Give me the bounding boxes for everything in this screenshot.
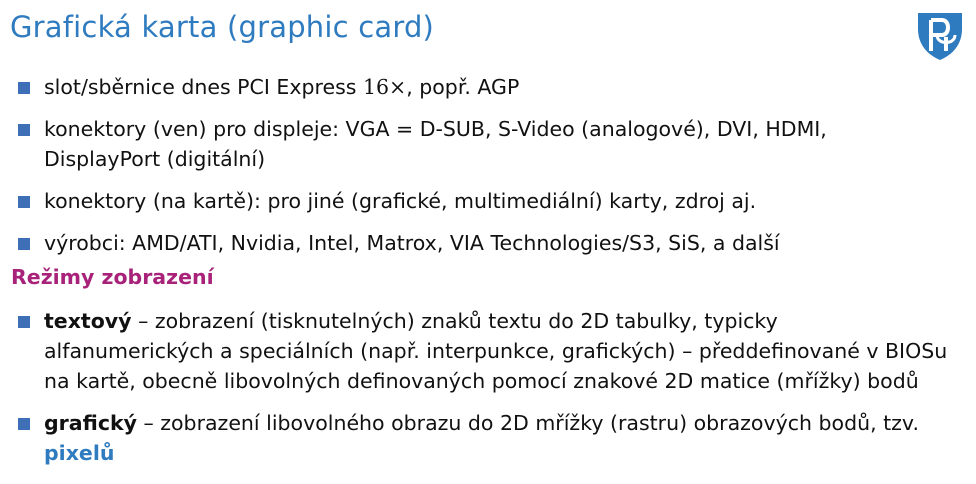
bullet-square-icon (18, 418, 30, 430)
modes-list: textový – zobrazení (tisknutelných) znak… (18, 306, 947, 480)
mode-term: grafický (44, 411, 137, 435)
bullet-square-icon (18, 82, 30, 94)
mode-text: – zobrazení (tisknutelných) znaků textu … (131, 309, 778, 333)
bullet-math: 16× (362, 75, 407, 99)
bullet-text: slot/sběrnice dnes PCI Express (44, 75, 363, 99)
mode-text: na kartě, obecně libovolných definovanýc… (44, 369, 919, 393)
bullet-text: DisplayPort (digitální) (44, 147, 266, 171)
bullet-text: konektory (na kartě): pro jiné (grafické… (44, 189, 757, 213)
slide-title: Grafická karta (graphic card) (10, 10, 435, 44)
bullet-text: , popř. AGP (406, 75, 520, 99)
mode-text: alfanumerických a speciálních (např. int… (44, 339, 948, 363)
bullet-text: výrobci: AMD/ATI, Nvidia, Intel, Matrox,… (44, 231, 780, 255)
list-item: slot/sběrnice dnes PCI Express 16×, popř… (18, 72, 827, 102)
list-item: konektory (ven) pro displeje: VGA = D-SU… (18, 114, 827, 174)
list-item: konektory (na kartě): pro jiné (grafické… (18, 186, 827, 216)
bullet-square-icon (18, 124, 30, 136)
list-item: výrobci: AMD/ATI, Nvidia, Intel, Matrox,… (18, 228, 827, 258)
list-item: grafický – zobrazení libovolného obrazu … (18, 408, 947, 468)
mode-text: – zobrazení libovolného obrazu do 2D mří… (136, 411, 919, 435)
list-item: textový – zobrazení (tisknutelných) znak… (18, 306, 947, 396)
bullet-square-icon (18, 316, 30, 328)
bullet-list: slot/sběrnice dnes PCI Express 16×, popř… (18, 72, 827, 270)
section-heading: Režimy zobrazení (11, 265, 214, 289)
mode-term: textový (44, 309, 132, 333)
bullet-square-icon (18, 238, 30, 250)
bullet-square-icon (18, 196, 30, 208)
highlight-term: pixelů (44, 441, 115, 465)
slide: Grafická karta (graphic card) slot/sběrn… (0, 0, 976, 484)
bullet-text: konektory (ven) pro displeje: VGA = D-SU… (44, 117, 827, 141)
university-logo-icon (918, 13, 962, 60)
